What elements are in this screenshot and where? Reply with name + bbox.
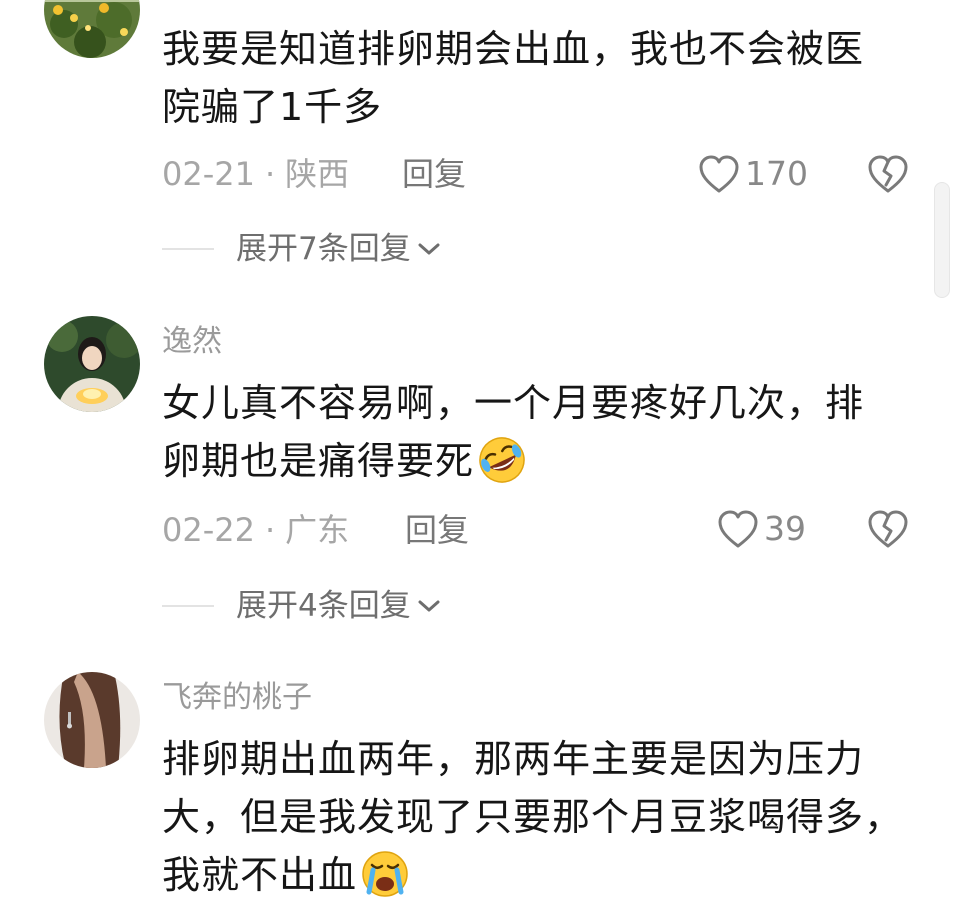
comment-text-line: 大，但是我发现了只要那个月豆浆喝得多，	[162, 795, 904, 839]
chevron-down-icon	[418, 600, 440, 612]
expand-replies-label: 展开7条回复	[236, 231, 411, 267]
comment-text-line: 卵期也是痛得要死	[162, 432, 902, 490]
broken-heart-icon	[868, 510, 908, 548]
scrollbar[interactable]	[934, 182, 950, 298]
expand-replies-label: 展开4条回复	[236, 588, 411, 624]
divider	[162, 605, 214, 607]
meta-separator: ·	[264, 511, 276, 549]
like-button[interactable]: 170	[697, 152, 808, 196]
comment-date: 02-21	[162, 155, 255, 193]
comment-text: 我要是知道排卵期会出血，我也不会被医 院骗了1千多	[162, 20, 902, 136]
comment-meta: 02-22 · 广东	[162, 510, 349, 550]
expand-replies[interactable]: 展开4条回复	[162, 586, 443, 626]
comment-text-segment: 我就不出血	[162, 853, 358, 897]
heart-outline-icon	[718, 510, 758, 548]
comment-text-line: 排卵期出血两年，那两年主要是因为压力	[162, 737, 865, 781]
comment-text-line: 我就不出血	[162, 846, 902, 904]
crying-emoji-icon	[362, 850, 408, 897]
woman-long-hair-avatar-icon	[44, 672, 140, 768]
heart-outline-icon	[699, 155, 739, 193]
comment-meta: 02-21 · 陕西	[162, 154, 349, 194]
flower-garden-avatar-icon	[44, 0, 140, 58]
woman-with-lantern-avatar-icon	[44, 316, 140, 412]
username[interactable]: 飞奔的桃子	[162, 680, 312, 716]
comment-text: 排卵期出血两年，那两年主要是因为压力 大，但是我发现了只要那个月豆浆喝得多， 我…	[162, 730, 902, 904]
broken-heart-icon	[868, 155, 908, 193]
like-count: 39	[764, 509, 806, 548]
expand-replies[interactable]: 展开7条回复	[162, 229, 443, 269]
comment-text-segment: 卵期也是痛得要死	[162, 439, 475, 483]
reply-button[interactable]: 回复	[405, 510, 469, 550]
comment-date: 02-22	[162, 511, 255, 549]
avatar[interactable]	[44, 0, 140, 58]
rolling-laughing-emoji-icon	[479, 436, 525, 483]
like-button[interactable]: 39	[716, 507, 806, 551]
reply-button[interactable]: 回复	[402, 154, 466, 194]
comment-location: 陕西	[285, 155, 350, 193]
avatar[interactable]	[44, 316, 140, 412]
comment-text-line: 院骗了1千多	[162, 85, 383, 129]
meta-separator: ·	[264, 155, 276, 193]
comment-text: 女儿真不容易啊，一个月要疼好几次，排 卵期也是痛得要死	[162, 374, 902, 490]
divider	[162, 248, 214, 250]
avatar[interactable]	[44, 672, 140, 768]
comment-text-line: 女儿真不容易啊，一个月要疼好几次，排	[162, 381, 865, 425]
dislike-button[interactable]	[866, 152, 910, 196]
like-count: 170	[745, 154, 808, 193]
dislike-button[interactable]	[866, 507, 910, 551]
comment-location: 广东	[285, 511, 350, 549]
comment-text-line: 我要是知道排卵期会出血，我也不会被医	[162, 27, 865, 71]
username[interactable]: 逸然	[162, 324, 222, 360]
chevron-down-icon	[418, 243, 440, 255]
